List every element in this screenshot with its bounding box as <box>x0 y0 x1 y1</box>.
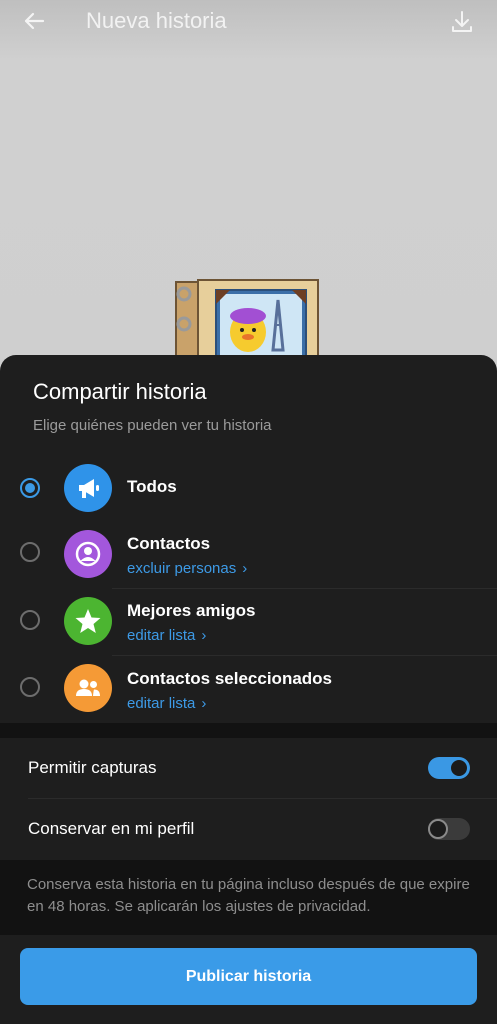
sheet-title: Compartir historia <box>33 379 207 404</box>
toggle-knob <box>428 819 448 839</box>
radio-selected[interactable] <box>20 478 40 498</box>
edit-list-link[interactable]: editar lista › <box>127 626 206 646</box>
chevron-right-icon: › <box>201 695 207 712</box>
option-label: Contactos seleccionados <box>127 669 333 688</box>
setting-conservar-perfil[interactable]: Conservar en mi perfil <box>0 799 497 859</box>
page-title: Nueva historia <box>86 8 227 33</box>
toggle-knob <box>449 758 469 778</box>
megaphone-icon <box>64 464 112 512</box>
edit-list-link[interactable]: editar lista › <box>127 694 206 714</box>
option-contactos-seleccionados[interactable]: Contactos seleccionados editar lista › <box>0 656 497 722</box>
download-button[interactable] <box>449 9 475 35</box>
info-text: Conserva esta historia en tu página incl… <box>27 876 470 915</box>
arrow-left-icon <box>24 12 45 30</box>
exclude-people-link[interactable]: excluir personas › <box>127 559 247 579</box>
group-icon <box>64 664 112 712</box>
chevron-right-icon: › <box>201 627 207 644</box>
publish-story-button[interactable]: Publicar historia <box>20 948 477 1005</box>
option-todos[interactable]: Todos <box>0 455 497 521</box>
share-story-sheet: Compartir historia Elige quiénes pueden … <box>0 355 497 1024</box>
keep-on-profile-toggle[interactable] <box>428 818 470 840</box>
section-separator <box>0 723 497 739</box>
back-button[interactable] <box>20 8 48 34</box>
screenshots-toggle[interactable] <box>428 757 470 779</box>
star-icon <box>64 597 112 645</box>
option-label: Todos <box>127 477 177 496</box>
sheet-subtitle: Elige quiénes pueden ver tu historia <box>33 417 272 434</box>
radio-unselected[interactable] <box>20 677 40 697</box>
download-icon <box>452 11 472 32</box>
link-text: editar lista <box>127 695 196 712</box>
top-bar: Nueva historia <box>0 0 497 42</box>
setting-label: Conservar en mi perfil <box>28 819 195 838</box>
setting-label: Permitir capturas <box>28 758 157 777</box>
radio-unselected[interactable] <box>20 542 40 562</box>
option-label: Contactos <box>127 534 211 553</box>
link-text: editar lista <box>127 627 196 644</box>
radio-unselected[interactable] <box>20 610 40 630</box>
setting-permitir-capturas[interactable]: Permitir capturas <box>0 738 497 798</box>
option-contactos[interactable]: Contactos excluir personas › <box>0 521 497 587</box>
chevron-right-icon: › <box>242 560 248 577</box>
person-icon <box>64 530 112 578</box>
option-label: Mejores amigos <box>127 601 256 620</box>
link-text: excluir personas <box>127 560 237 577</box>
option-mejores-amigos[interactable]: Mejores amigos editar lista › <box>0 589 497 655</box>
info-section: Conserva esta historia en tu página incl… <box>0 860 497 935</box>
